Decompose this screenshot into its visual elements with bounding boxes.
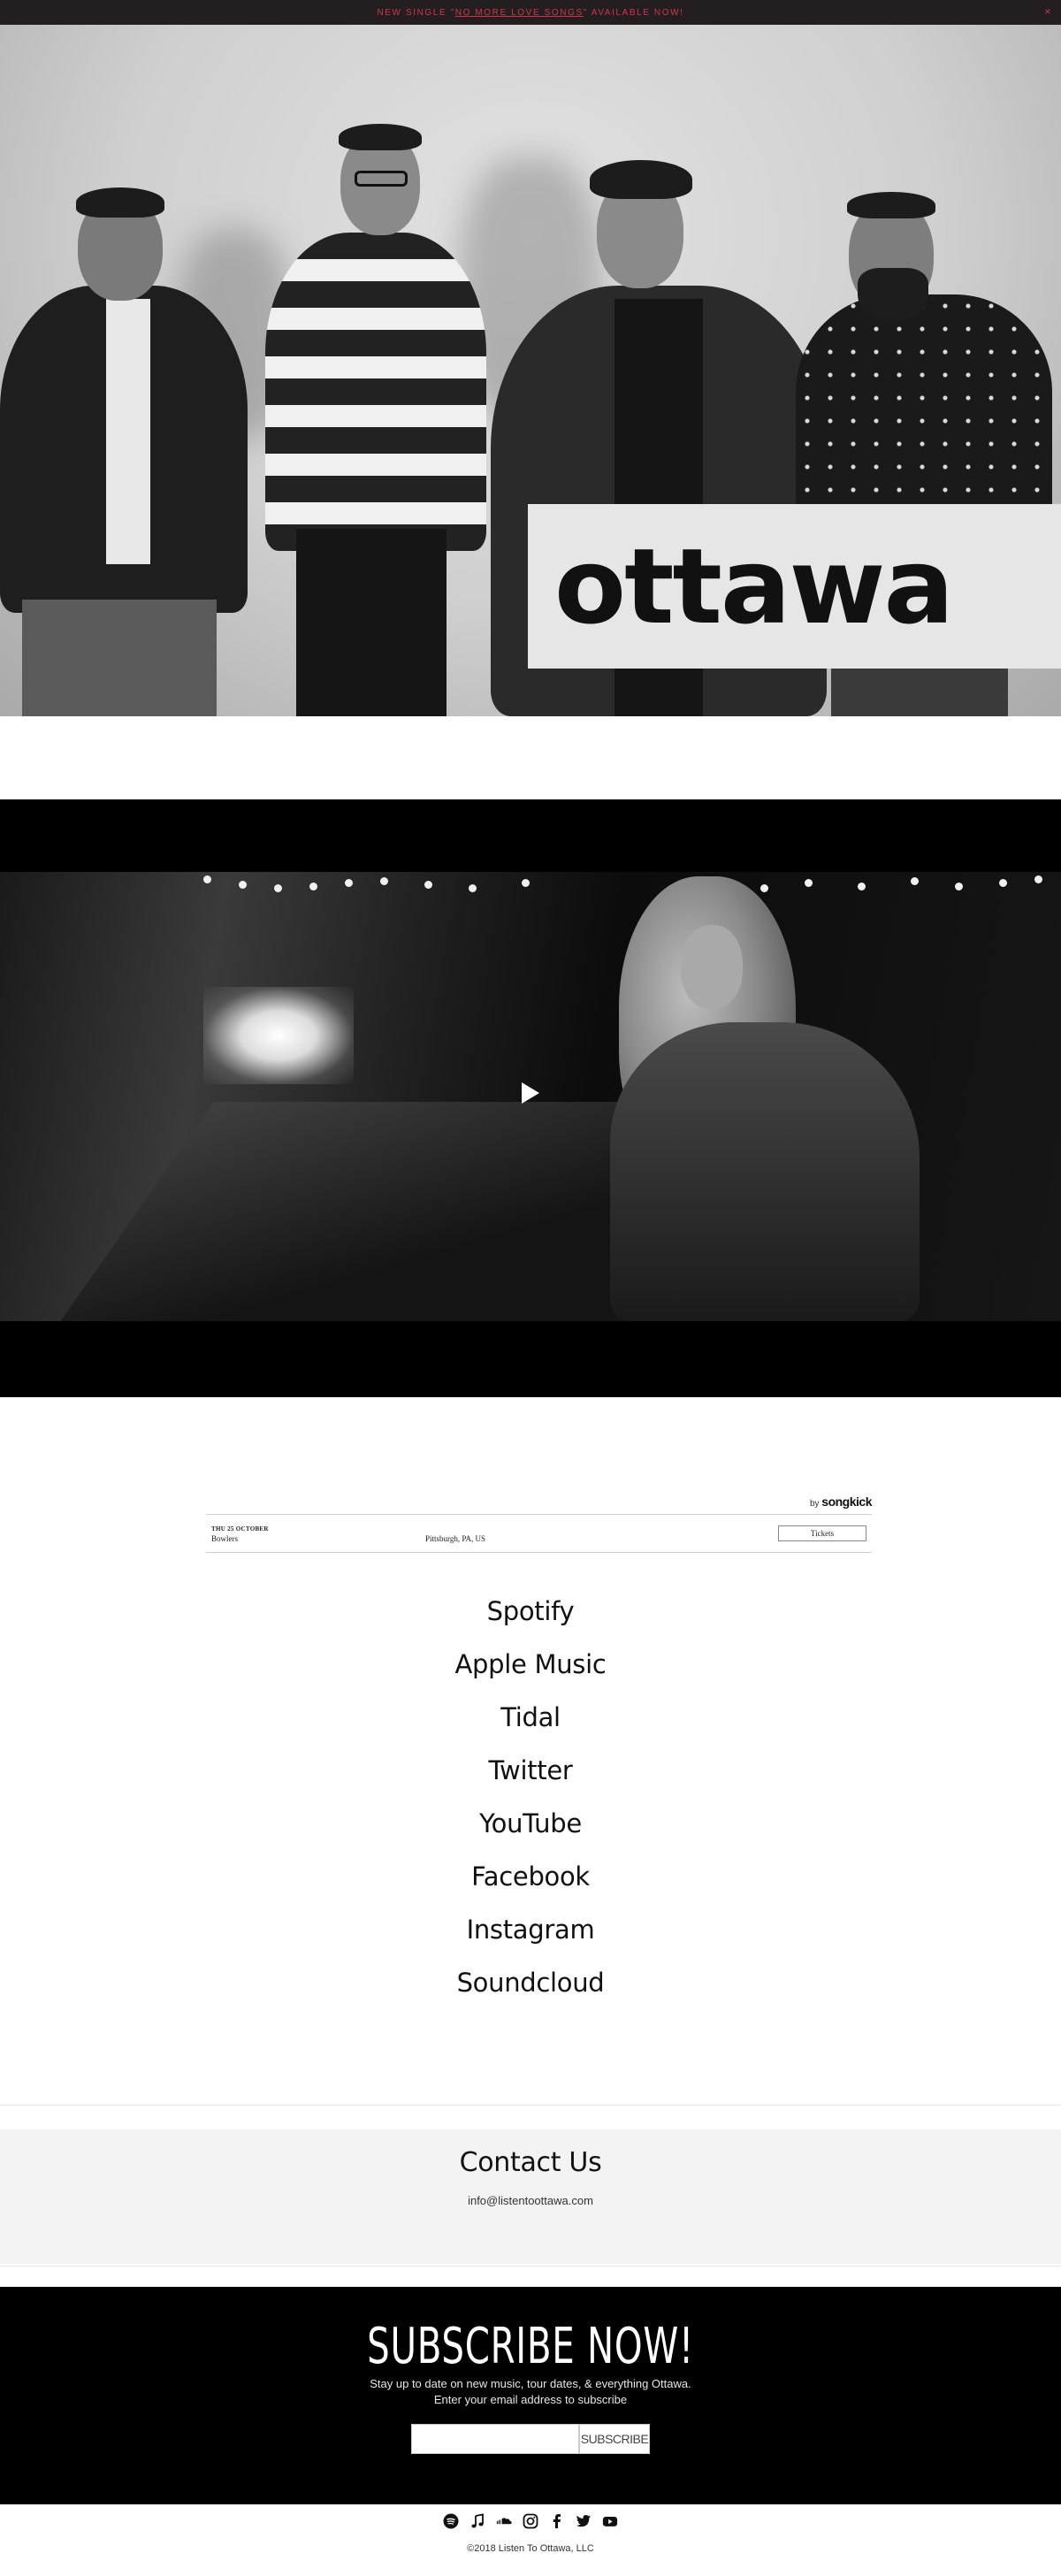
- tickets-button[interactable]: Tickets: [778, 1525, 866, 1541]
- link-tidal[interactable]: Tidal: [0, 1691, 1061, 1744]
- link-soundcloud[interactable]: Soundcloud: [0, 1956, 1061, 2009]
- band-member-2: [261, 104, 491, 716]
- subscribe-title: SUBSCRIBE NOW!: [367, 2318, 694, 2375]
- subscribe-description: Stay up to date on new music, tour dates…: [370, 2377, 691, 2390]
- copyright: ©2018 Listen To Ottawa, LLC: [467, 2543, 594, 2554]
- logo-panel: ottawa: [528, 504, 1061, 669]
- woman-face: [681, 925, 743, 1009]
- video-player[interactable]: [0, 799, 1061, 1397]
- play-icon[interactable]: [522, 1082, 539, 1104]
- section-divider: [0, 2105, 1061, 2106]
- announcement-bar: NEW SINGLE " NO MORE LOVE SONGS " AVAILABL…: [0, 0, 1061, 25]
- link-youtube[interactable]: YouTube: [0, 1797, 1061, 1850]
- tour-event-row: THU 25 OCTOBER Bowlers Pittsburgh, PA, U…: [206, 1514, 872, 1553]
- announcement-prefix: NEW SINGLE ": [377, 7, 455, 18]
- twitter-icon[interactable]: [576, 2513, 592, 2529]
- event-date: THU 25 OCTOBER: [211, 1525, 269, 1533]
- contact-email[interactable]: info@listentoottawa.com: [468, 2194, 593, 2207]
- band-logo: ottawa: [554, 525, 954, 647]
- event-venue[interactable]: Bowlers: [211, 1534, 238, 1543]
- announcement-suffix: " AVAILABLE NOW!: [583, 7, 684, 18]
- link-apple-music[interactable]: Apple Music: [0, 1638, 1061, 1691]
- subscribe-button[interactable]: SUBSCRIBE: [579, 2424, 650, 2454]
- subscribe-form: SUBSCRIBE: [411, 2424, 650, 2454]
- band-member-1: [0, 175, 256, 716]
- contact-title: Contact Us: [459, 2147, 602, 2178]
- string-lights: [186, 872, 1061, 898]
- contact-section: Contact Us info@listentoottawa.com: [0, 2129, 1061, 2264]
- songkick-logo: songkick: [821, 1494, 872, 1509]
- music-links: Spotify Apple Music Tidal Twitter YouTub…: [0, 1585, 1061, 2009]
- soundcloud-icon[interactable]: [496, 2513, 512, 2529]
- songkick-widget: by songkick THU 25 OCTOBER Bowlers Pitts…: [206, 1494, 872, 1553]
- hero-band-photo: ottawa: [0, 25, 1061, 716]
- email-input[interactable]: [411, 2424, 579, 2454]
- link-instagram[interactable]: Instagram: [0, 1903, 1061, 1956]
- songkick-by: by: [809, 1499, 820, 1509]
- apple-music-icon[interactable]: [469, 2513, 485, 2529]
- facebook-icon[interactable]: [549, 2513, 565, 2529]
- event-location: Pittsburgh, PA, US: [425, 1534, 486, 1543]
- spotify-icon[interactable]: [443, 2513, 459, 2529]
- window-glow: [203, 987, 354, 1084]
- link-facebook[interactable]: Facebook: [0, 1850, 1061, 1903]
- songkick-brand[interactable]: by songkick: [206, 1494, 873, 1514]
- woman-jacket: [610, 1022, 920, 1321]
- link-twitter[interactable]: Twitter: [0, 1744, 1061, 1797]
- instagram-icon[interactable]: [523, 2513, 538, 2529]
- close-icon[interactable]: ×: [1044, 5, 1052, 18]
- youtube-icon[interactable]: [602, 2513, 618, 2529]
- subscribe-section: SUBSCRIBE NOW! Stay up to date on new mu…: [0, 2287, 1061, 2504]
- social-icons: [0, 2508, 1061, 2534]
- subscribe-instructions: Enter your email address to subscribe: [433, 2393, 628, 2406]
- announcement-link[interactable]: NO MORE LOVE SONGS: [455, 8, 584, 18]
- link-spotify[interactable]: Spotify: [0, 1585, 1061, 1638]
